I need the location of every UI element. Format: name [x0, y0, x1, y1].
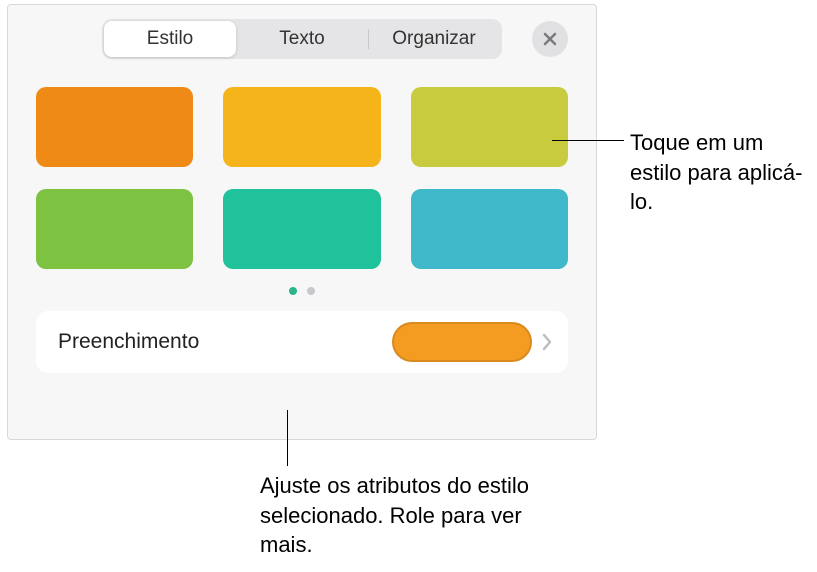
tab-label: Estilo — [147, 28, 193, 50]
pager-dot — [307, 287, 315, 295]
tab-arrange[interactable]: Organizar — [368, 21, 500, 57]
close-button[interactable] — [532, 21, 568, 57]
style-swatch-grid — [36, 87, 568, 269]
fill-color-preview — [392, 322, 532, 362]
tab-segmented-control: Estilo Texto Organizar — [102, 19, 502, 59]
callout-text: Ajuste os atributos do estilo selecionad… — [260, 471, 540, 560]
close-icon — [542, 31, 558, 47]
tab-label: Texto — [279, 28, 324, 50]
callout-leader-line — [287, 410, 288, 466]
tab-label: Organizar — [392, 28, 475, 50]
style-swatch[interactable] — [36, 87, 193, 167]
format-panel: Estilo Texto Organizar Preenchimento — [7, 4, 597, 440]
page-indicator[interactable] — [36, 287, 568, 295]
panel-header: Estilo Texto Organizar — [36, 19, 568, 59]
style-swatch[interactable] — [411, 189, 568, 269]
fill-label: Preenchimento — [58, 330, 392, 354]
tab-style[interactable]: Estilo — [104, 21, 236, 57]
style-swatch[interactable] — [223, 189, 380, 269]
fill-row[interactable]: Preenchimento — [36, 311, 568, 373]
callout-leader-line — [552, 140, 624, 141]
style-swatch[interactable] — [223, 87, 380, 167]
pager-dot — [289, 287, 297, 295]
chevron-right-icon — [540, 331, 554, 353]
callout-text: Toque em um estilo para aplicá-lo. — [630, 128, 810, 217]
style-swatch[interactable] — [411, 87, 568, 167]
style-swatch[interactable] — [36, 189, 193, 269]
tab-text[interactable]: Texto — [236, 21, 368, 57]
